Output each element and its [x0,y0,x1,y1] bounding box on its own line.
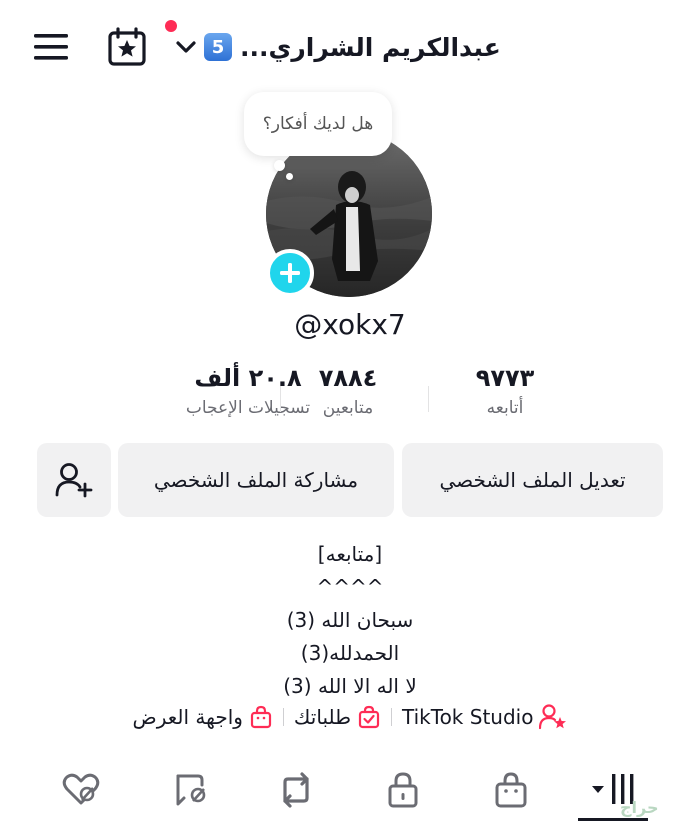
following-label: أتابعه [486,398,524,418]
menu-button[interactable] [28,26,74,68]
lock-icon [388,772,418,808]
calendar-button[interactable] [104,24,150,70]
orders-label: طلباتك [293,705,352,729]
tab-liked[interactable] [50,762,112,818]
profile-tabs [0,762,700,822]
bio-line: [متابعه] [317,542,383,566]
plus-icon [280,263,300,283]
shop-bag-icon [495,772,527,808]
share-profile-button[interactable]: مشاركة الملف الشخصي [118,443,394,517]
link-separator [282,708,284,726]
repost-icon [283,772,309,808]
bio-line: سبحان الله (3) [286,608,414,632]
watermark: حراج [620,798,659,817]
account-count-badge: 5 [204,33,232,61]
showcase-link[interactable]: واجهة العرض [133,705,273,729]
favorites-hidden-icon [176,774,206,806]
account-switcher[interactable]: 5 عبدالكريم الشراري... [176,26,501,68]
followers-stat[interactable]: ٧٨٨٤ متابعين [258,364,438,418]
bio-line: لا اله الا الله (3) [283,674,417,698]
bio-line: الحمدلله(3) [300,641,400,665]
tab-shop[interactable] [480,762,542,818]
thought-bubble[interactable]: هل لديك أفكار؟ [244,92,392,156]
orders-link[interactable]: طلباتك [294,705,381,729]
following-stat[interactable]: ٩٧٧٣ أتابعه [415,364,595,418]
following-count: ٩٧٧٣ [475,364,535,392]
link-separator [391,708,393,726]
calendar-star-icon [108,27,146,66]
tab-reposts[interactable] [265,762,327,818]
bio-line: ^^^^ [316,575,384,599]
liked-hidden-heart-icon [62,773,100,805]
hamburger-menu-icon [34,34,68,60]
add-story-button[interactable] [266,249,314,297]
profile-title: عبدالكريم الشراري... [240,32,501,62]
orders-bag-check-icon [358,705,380,729]
edit-profile-button[interactable]: تعديل الملف الشخصي [402,443,663,517]
followers-count: ٧٨٨٤ [318,364,378,392]
bubble-tail-dot [274,160,285,171]
profile-bio: [متابعه] ^^^^ سبحان الله (3) الحمدلله(3)… [0,538,700,703]
add-friends-button[interactable] [37,443,111,517]
add-user-icon [55,463,93,498]
tab-private[interactable] [372,762,434,818]
bubble-tail-dot [286,173,293,180]
tiktok-studio-link[interactable]: TikTok Studio [402,704,567,730]
profile-handle: @xokx7 [294,308,406,341]
studio-user-star-icon [539,704,567,730]
chevron-down-icon [176,41,196,53]
shop-bag-icon [250,705,272,729]
tiktok-studio-label: TikTok Studio [402,705,534,729]
tab-favorites[interactable] [160,762,222,818]
profile-links: واجهة العرض طلباتك TikTok Studio [0,704,700,730]
active-tab-indicator [578,818,648,821]
followers-label: متابعين [322,398,374,418]
showcase-label: واجهة العرض [132,705,243,729]
